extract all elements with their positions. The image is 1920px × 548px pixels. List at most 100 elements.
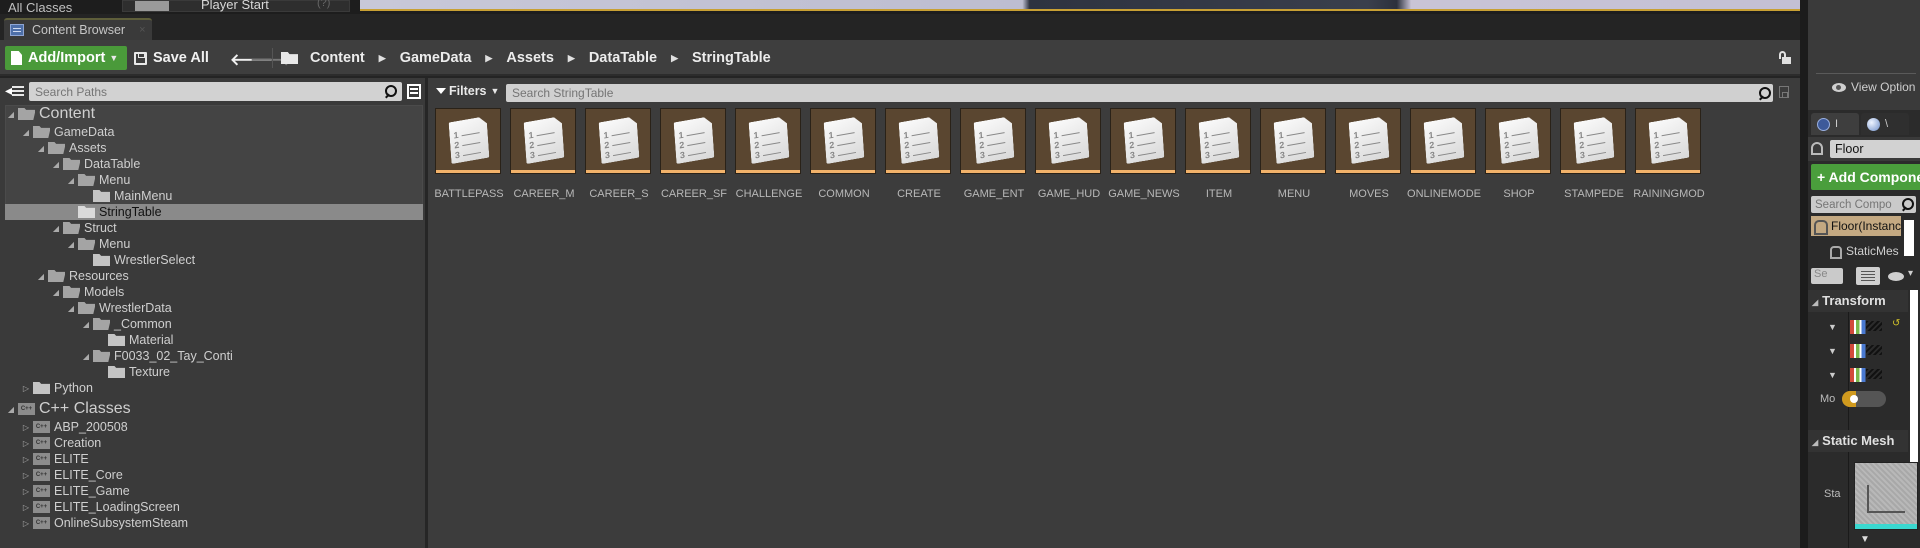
- asset-tile[interactable]: 1 2 3 CAREER_M: [510, 108, 585, 218]
- asset-tile[interactable]: 1 2 3 ONLINEMODE: [1407, 108, 1485, 218]
- asset-tile[interactable]: 1 2 3 GAME_NEWS: [1108, 108, 1185, 218]
- help-icon[interactable]: (?): [317, 0, 330, 9]
- tree-item[interactable]: ◢ F0033_02_Tay_Conti: [0, 348, 233, 364]
- eye-icon[interactable]: [1888, 268, 1913, 281]
- level-viewport[interactable]: [360, 0, 1800, 11]
- expanded-arrow-icon[interactable]: ◢: [21, 128, 31, 137]
- tree-item[interactable]: ▷ ELITE_LoadingScreen: [0, 499, 180, 515]
- asset-tile[interactable]: 1 2 3 CAREER_SF: [660, 108, 735, 218]
- expanded-arrow-icon[interactable]: ◢: [81, 352, 91, 361]
- tree-item[interactable]: Material: [0, 332, 173, 348]
- tab-details[interactable]: I: [1811, 113, 1859, 135]
- breadcrumb-arrow-icon[interactable]: ▶: [671, 53, 678, 64]
- asset-tile[interactable]: 1 2 3 CHALLENGE: [735, 108, 810, 218]
- close-icon[interactable]: ×: [139, 24, 145, 36]
- reset-to-default-icon[interactable]: ↺: [1892, 318, 1900, 329]
- expanded-arrow-icon[interactable]: ◢: [36, 144, 46, 153]
- search-icon[interactable]: [384, 85, 397, 98]
- breadcrumb-item[interactable]: GameData: [400, 50, 472, 66]
- section-transform[interactable]: ◢ Transform: [1808, 290, 1908, 312]
- collapsed-arrow-icon[interactable]: ▷: [21, 455, 31, 464]
- search-icon[interactable]: [1758, 87, 1771, 100]
- sources-menu-icon[interactable]: [407, 84, 421, 99]
- tree-item[interactable]: ◢ Assets: [0, 140, 107, 156]
- asset-tile[interactable]: 1 2 3 CAREER_S: [585, 108, 660, 218]
- mobility-toggle[interactable]: [1842, 391, 1886, 407]
- collapsed-arrow-icon[interactable]: ▷: [21, 439, 31, 448]
- breadcrumb-arrow-icon[interactable]: ▶: [485, 53, 492, 64]
- value-field[interactable]: [1866, 321, 1882, 331]
- tree-item[interactable]: ▷ Python: [0, 380, 93, 396]
- chevron-down-icon[interactable]: ▼: [1828, 370, 1837, 380]
- asset-tile[interactable]: 1 2 3 COMMON: [810, 108, 885, 218]
- save-all-button[interactable]: Save All: [134, 46, 209, 70]
- tree-item[interactable]: WrestlerSelect: [0, 252, 195, 268]
- tree-item[interactable]: ◢ _Common: [0, 316, 172, 332]
- tree-item[interactable]: ◢ Models: [0, 284, 124, 300]
- search-assets-input[interactable]: [506, 84, 1773, 102]
- asset-tile[interactable]: 1 2 3 GAME_HUD: [1035, 108, 1110, 218]
- save-search-icon[interactable]: [1779, 86, 1789, 98]
- breadcrumb-arrow-icon[interactable]: ▶: [379, 53, 386, 64]
- breadcrumb-item[interactable]: StringTable: [692, 50, 771, 66]
- chevron-down-icon[interactable]: ▼: [1860, 534, 1870, 545]
- tree-item[interactable]: ▷ ELITE_Core: [0, 467, 123, 483]
- asset-tile[interactable]: 1 2 3 RAININGMOD: [1633, 108, 1710, 218]
- add-component-button[interactable]: + Add Compone: [1811, 164, 1920, 190]
- breadcrumb-item[interactable]: Assets: [506, 50, 554, 66]
- property-matrix-button[interactable]: [1856, 267, 1880, 285]
- tree-item[interactable]: ▷ OnlineSubsystemSteam: [0, 515, 188, 531]
- expanded-arrow-icon[interactable]: ◢: [81, 320, 91, 329]
- folder-open-icon[interactable]: [281, 52, 298, 64]
- tree-item[interactable]: ◢ Resources: [0, 268, 129, 284]
- expanded-arrow-icon[interactable]: ◢: [66, 240, 76, 249]
- tree-item[interactable]: ◢ C++ Classes: [0, 400, 131, 418]
- asset-tile[interactable]: 1 2 3 MOVES: [1335, 108, 1410, 218]
- tree-item[interactable]: ▷ ELITE: [0, 451, 89, 467]
- breadcrumb-item[interactable]: DataTable: [589, 50, 657, 66]
- value-field[interactable]: [1866, 345, 1882, 355]
- expanded-arrow-icon[interactable]: ◢: [51, 224, 61, 233]
- component-item[interactable]: StaticMes: [1830, 244, 1899, 259]
- tree-item[interactable]: ◢ GameData: [0, 124, 115, 140]
- asset-tile[interactable]: 1 2 3 STAMPEDE: [1560, 108, 1635, 218]
- add-import-button[interactable]: Add/Import ▼: [5, 46, 127, 70]
- chevron-down-icon[interactable]: ▼: [1828, 322, 1837, 332]
- asset-tile[interactable]: 1 2 3 ITEM: [1185, 108, 1260, 218]
- view-options-button[interactable]: View Option: [1832, 80, 1915, 94]
- section-static-mesh[interactable]: ◢ Static Mesh: [1808, 430, 1908, 452]
- expanded-arrow-icon[interactable]: ◢: [66, 176, 76, 185]
- expanded-arrow-icon[interactable]: ◢: [6, 405, 16, 414]
- tree-item[interactable]: Texture: [0, 364, 170, 380]
- asset-tile[interactable]: 1 2 3 MENU: [1260, 108, 1335, 218]
- asset-tile[interactable]: 1 2 3 SHOP: [1485, 108, 1560, 218]
- place-item-player-start[interactable]: Player Start (?): [122, 0, 350, 12]
- chevron-down-icon[interactable]: ▼: [1828, 346, 1837, 356]
- tree-item[interactable]: ◢ Content: [0, 105, 95, 123]
- scrollbar[interactable]: [1904, 220, 1914, 256]
- tab-world-settings[interactable]: \: [1861, 113, 1909, 135]
- tree-item[interactable]: ▷ ABP_200508: [0, 419, 128, 435]
- tree-item[interactable]: ◢ Menu: [0, 172, 130, 188]
- collapse-sources-icon[interactable]: [5, 82, 26, 99]
- expanded-arrow-icon[interactable]: ◢: [51, 160, 61, 169]
- expanded-arrow-icon[interactable]: ◢: [51, 288, 61, 297]
- tree-item[interactable]: ▷ Creation: [0, 435, 101, 451]
- asset-tile[interactable]: 1 2 3 BATTLEPASS: [434, 108, 510, 218]
- expanded-arrow-icon[interactable]: ◢: [66, 304, 76, 313]
- breadcrumb-item[interactable]: Content: [310, 50, 365, 66]
- search-icon[interactable]: [1901, 198, 1914, 211]
- search-paths-input[interactable]: [29, 82, 402, 101]
- collapsed-arrow-icon[interactable]: ▷: [21, 503, 31, 512]
- collapsed-arrow-icon[interactable]: ▷: [21, 471, 31, 480]
- value-field[interactable]: [1866, 369, 1882, 379]
- collapsed-arrow-icon[interactable]: ▷: [21, 384, 31, 393]
- asset-tile[interactable]: 1 2 3 GAME_ENT: [960, 108, 1035, 218]
- breadcrumb-arrow-icon[interactable]: ▶: [568, 53, 575, 64]
- unlocked-padlock-icon[interactable]: [1779, 51, 1791, 65]
- actor-name-field[interactable]: [1830, 140, 1920, 158]
- tree-item[interactable]: MainMenu: [0, 188, 172, 204]
- panel-splitter[interactable]: [1800, 0, 1808, 548]
- tree-item[interactable]: ▷ ELITE_Game: [0, 483, 130, 499]
- tree-item[interactable]: ◢ Struct: [0, 220, 117, 236]
